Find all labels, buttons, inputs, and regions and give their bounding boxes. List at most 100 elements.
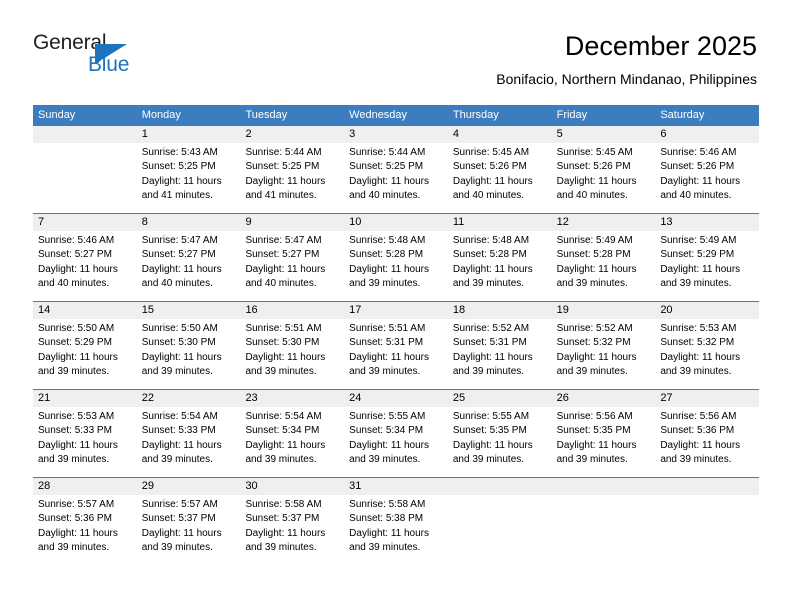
sunrise-text: Sunrise: 5:56 AM (556, 411, 633, 422)
day-cell[interactable]: 15 Sunrise: 5:50 AM Sunset: 5:30 PM Dayligh… (136, 302, 241, 389)
daylight-text-line1: Daylight: 11 hours (141, 263, 222, 275)
weekday-header-sunday: Sunday (38, 109, 76, 121)
day-cell[interactable]: 12 Sunrise: 5:49 AM Sunset: 5:28 PM Dayligh… (551, 214, 656, 301)
sunset-text: Sunset: 5:26 PM (452, 161, 527, 173)
day-cell[interactable]: 16 Sunrise: 5:51 AM Sunset: 5:30 PM Dayligh… (240, 302, 345, 389)
day-cell[interactable]: 31 Sunrise: 5:58 AM Sunset: 5:38 PM Dayligh… (344, 478, 448, 565)
calendar-week-row: 28 Sunrise: 5:57 AM Sunset: 5:36 PM Dayligh… (33, 477, 760, 565)
daylight-text-line2: and 40 minutes. (556, 189, 628, 201)
sunrise-text: Sunrise: 5:58 AM (349, 499, 426, 510)
day-cell[interactable]: 9 Sunrise: 5:47 AM Sunset: 5:27 PM Daylight… (240, 214, 345, 301)
day-cell[interactable]: 26 Sunrise: 5:56 AM Sunset: 5:35 PM Dayligh… (551, 390, 656, 477)
day-cell[interactable]: 22 Sunrise: 5:54 AM Sunset: 5:33 PM Dayligh… (136, 390, 241, 477)
sunset-text: Sunset: 5:28 PM (452, 249, 527, 261)
daylight-text-line2: and 41 minutes. (141, 189, 213, 201)
daylight-text-line2: and 39 minutes. (245, 365, 317, 377)
daylight-text-line2: and 39 minutes. (141, 365, 213, 377)
weekday-header-monday: Monday (141, 109, 181, 121)
daylight-text-line1: Daylight: 11 hours (141, 439, 222, 451)
daylight-text-line1: Daylight: 11 hours (245, 263, 326, 275)
sunrise-text: Sunrise: 5:49 AM (660, 235, 737, 246)
daylight-text-line2: and 39 minutes. (660, 365, 732, 377)
day-details: Sunrise: 5:54 AM Sunset: 5:34 PM Daylight:… (240, 407, 344, 467)
day-cell[interactable]: 20 Sunrise: 5:53 AM Sunset: 5:32 PM Dayligh… (655, 302, 760, 389)
page-title: December 2025 (564, 31, 757, 61)
sunset-text: Sunset: 5:27 PM (141, 249, 216, 261)
sunrise-text: Sunrise: 5:46 AM (660, 147, 737, 158)
sunset-text: Sunset: 5:32 PM (660, 337, 735, 349)
day-details: Sunrise: 5:48 AM Sunset: 5:28 PM Daylight:… (344, 231, 448, 291)
day-number: 9 (240, 214, 345, 231)
day-cell[interactable]: 18 Sunrise: 5:52 AM Sunset: 5:31 PM Dayligh… (447, 302, 552, 389)
day-cell[interactable]: 1 Sunrise: 5:43 AM Sunset: 5:25 PM Daylight… (136, 126, 241, 213)
day-details: Sunrise: 5:53 AM Sunset: 5:33 PM Daylight:… (33, 407, 137, 467)
day-details: Sunrise: 5:53 AM Sunset: 5:32 PM Daylight:… (655, 319, 759, 379)
day-details: Sunrise: 5:56 AM Sunset: 5:36 PM Daylight:… (655, 407, 759, 467)
day-number: 15 (136, 302, 241, 319)
sunset-text: Sunset: 5:30 PM (245, 337, 320, 349)
sunrise-text: Sunrise: 5:57 AM (141, 499, 218, 510)
daylight-text-line1: Daylight: 11 hours (141, 527, 222, 539)
day-number: 10 (344, 214, 448, 231)
sunset-text: Sunset: 5:34 PM (245, 425, 320, 437)
general-blue-logo[interactable]: General Blue (33, 30, 213, 90)
day-cell[interactable]: 8 Sunrise: 5:47 AM Sunset: 5:27 PM Daylight… (136, 214, 241, 301)
day-cell-empty (551, 478, 656, 565)
weekday-header-friday: Friday (556, 109, 588, 121)
day-cell[interactable]: 28 Sunrise: 5:57 AM Sunset: 5:36 PM Dayligh… (33, 478, 137, 565)
sunrise-text: Sunrise: 5:47 AM (141, 235, 218, 246)
sunrise-text: Sunrise: 5:51 AM (349, 323, 426, 334)
day-cell[interactable]: 30 Sunrise: 5:58 AM Sunset: 5:37 PM Dayligh… (240, 478, 345, 565)
day-cell[interactable]: 11 Sunrise: 5:48 AM Sunset: 5:28 PM Dayligh… (447, 214, 552, 301)
day-number: 29 (136, 478, 241, 495)
sunrise-text: Sunrise: 5:54 AM (245, 411, 322, 422)
sunrise-text: Sunrise: 5:51 AM (245, 323, 322, 334)
day-cell[interactable]: 2 Sunrise: 5:44 AM Sunset: 5:25 PM Daylight… (240, 126, 345, 213)
calendar-weeks: 1 Sunrise: 5:43 AM Sunset: 5:25 PM Daylight… (33, 126, 760, 565)
sunset-text: Sunset: 5:25 PM (245, 161, 320, 173)
sunrise-text: Sunrise: 5:54 AM (141, 411, 218, 422)
day-number: 23 (240, 390, 345, 407)
day-details: Sunrise: 5:49 AM Sunset: 5:29 PM Daylight:… (655, 231, 759, 291)
day-cell[interactable]: 23 Sunrise: 5:54 AM Sunset: 5:34 PM Dayligh… (240, 390, 345, 477)
day-cell[interactable]: 21 Sunrise: 5:53 AM Sunset: 5:33 PM Dayligh… (33, 390, 137, 477)
day-cell-empty (447, 478, 552, 565)
sunrise-text: Sunrise: 5:56 AM (660, 411, 737, 422)
day-cell[interactable]: 5 Sunrise: 5:45 AM Sunset: 5:26 PM Daylight… (551, 126, 656, 213)
day-cell[interactable]: 13 Sunrise: 5:49 AM Sunset: 5:29 PM Dayligh… (655, 214, 760, 301)
day-cell[interactable]: 24 Sunrise: 5:55 AM Sunset: 5:34 PM Dayligh… (344, 390, 448, 477)
day-cell[interactable]: 17 Sunrise: 5:51 AM Sunset: 5:31 PM Dayligh… (344, 302, 448, 389)
day-cell[interactable]: 14 Sunrise: 5:50 AM Sunset: 5:29 PM Dayligh… (33, 302, 137, 389)
sunrise-text: Sunrise: 5:48 AM (452, 235, 530, 246)
daylight-text-line2: and 39 minutes. (660, 277, 732, 289)
sunset-text: Sunset: 5:27 PM (245, 249, 320, 261)
day-cell[interactable]: 6 Sunrise: 5:46 AM Sunset: 5:26 PM Daylight… (655, 126, 760, 213)
daylight-text-line1: Daylight: 11 hours (141, 351, 222, 363)
day-number: 11 (447, 214, 552, 231)
sunrise-text: Sunrise: 5:48 AM (349, 235, 426, 246)
sunrise-text: Sunrise: 5:52 AM (556, 323, 633, 334)
day-cell[interactable]: 4 Sunrise: 5:45 AM Sunset: 5:26 PM Daylight… (447, 126, 552, 213)
day-details: Sunrise: 5:55 AM Sunset: 5:34 PM Daylight:… (344, 407, 448, 467)
daylight-text-line1: Daylight: 11 hours (660, 439, 741, 451)
day-cell[interactable]: 19 Sunrise: 5:52 AM Sunset: 5:32 PM Dayligh… (551, 302, 656, 389)
sunset-text: Sunset: 5:32 PM (556, 337, 631, 349)
sunrise-text: Sunrise: 5:50 AM (141, 323, 218, 334)
day-cell[interactable]: 29 Sunrise: 5:57 AM Sunset: 5:37 PM Dayligh… (136, 478, 241, 565)
daylight-text-line2: and 39 minutes. (349, 453, 421, 465)
daylight-text-line1: Daylight: 11 hours (452, 263, 533, 275)
day-cell[interactable]: 27 Sunrise: 5:56 AM Sunset: 5:36 PM Dayligh… (655, 390, 760, 477)
day-cell[interactable]: 10 Sunrise: 5:48 AM Sunset: 5:28 PM Dayligh… (344, 214, 448, 301)
day-details: Sunrise: 5:44 AM Sunset: 5:25 PM Daylight:… (344, 143, 448, 203)
day-cell[interactable]: 25 Sunrise: 5:55 AM Sunset: 5:35 PM Dayligh… (447, 390, 552, 477)
day-number: 21 (33, 390, 137, 407)
day-number: 20 (655, 302, 760, 319)
sunset-text: Sunset: 5:30 PM (141, 337, 216, 349)
daylight-text-line1: Daylight: 11 hours (660, 351, 741, 363)
daylight-text-line2: and 39 minutes. (556, 453, 628, 465)
daylight-text-line1: Daylight: 11 hours (556, 439, 637, 451)
day-cell[interactable]: 3 Sunrise: 5:44 AM Sunset: 5:25 PM Daylight… (344, 126, 448, 213)
day-cell[interactable]: 7 Sunrise: 5:46 AM Sunset: 5:27 PM Daylight… (33, 214, 137, 301)
day-number: 13 (655, 214, 760, 231)
day-number: 6 (655, 126, 760, 143)
